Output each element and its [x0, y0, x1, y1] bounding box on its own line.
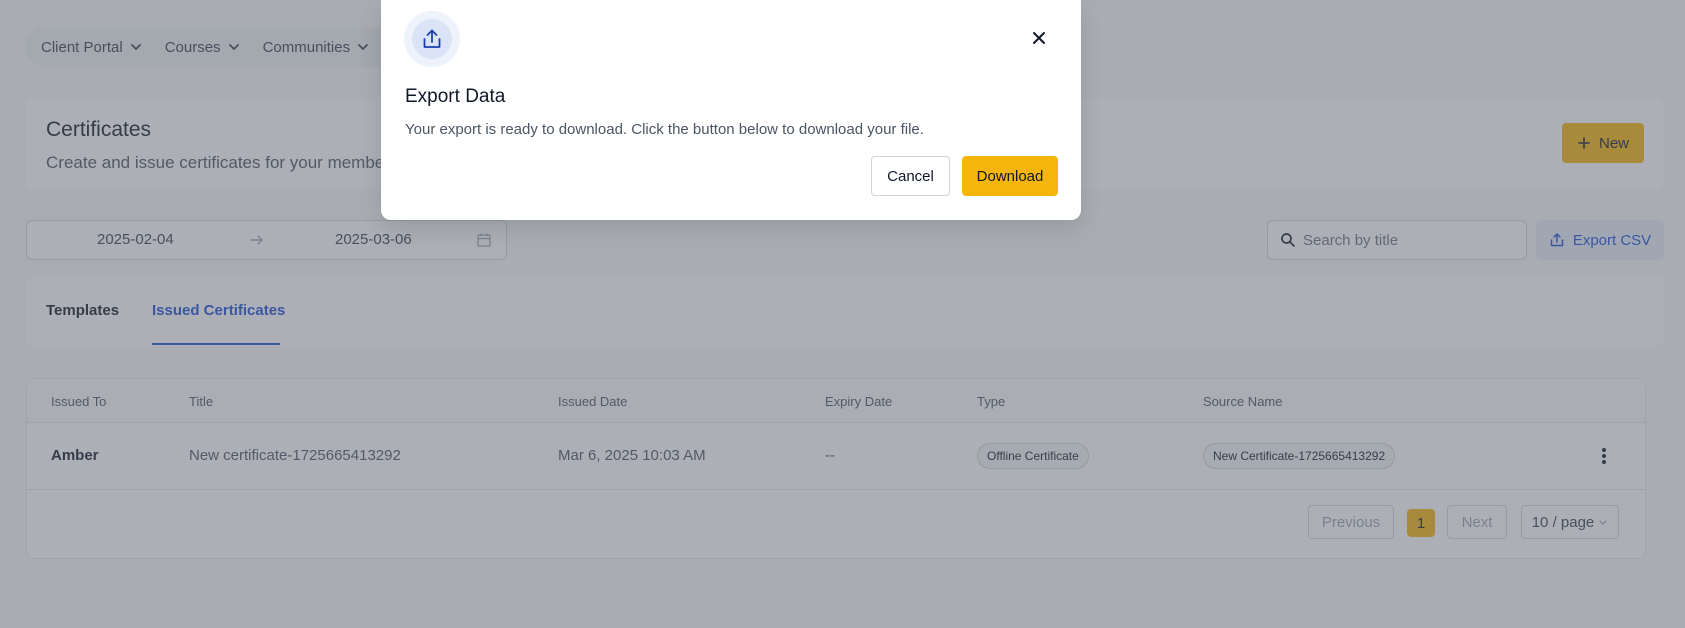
modal-title: Export Data — [405, 86, 506, 107]
export-data-modal: Export Data Your export is ready to down… — [381, 0, 1081, 220]
download-button[interactable]: Download — [962, 156, 1058, 196]
modal-icon-badge — [404, 11, 460, 67]
modal-message: Your export is ready to download. Click … — [405, 121, 924, 138]
cancel-button[interactable]: Cancel — [871, 156, 950, 196]
close-icon[interactable] — [1029, 28, 1049, 48]
upload-icon — [423, 29, 441, 48]
